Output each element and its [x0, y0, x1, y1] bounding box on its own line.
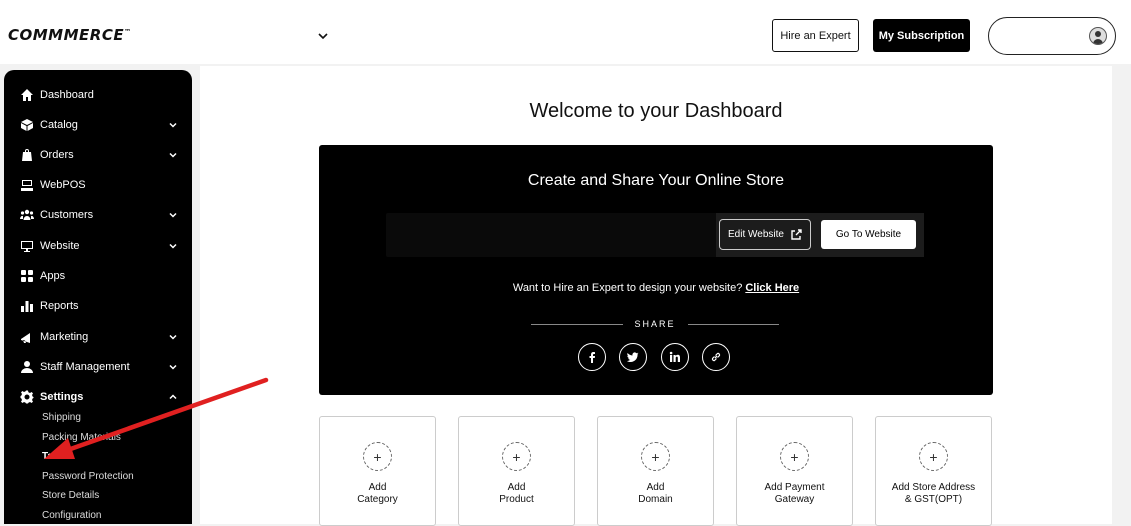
hire-expert-text: Want to Hire an Expert to design your we…	[319, 282, 993, 294]
sidebar-item-settings[interactable]: Settings	[4, 382, 192, 412]
sidebar-item-reports[interactable]: Reports	[4, 291, 192, 321]
add-category-card[interactable]: + Add Category	[319, 416, 436, 526]
chevron-down-icon	[168, 332, 178, 342]
settings-sub-tax[interactable]: Tax	[42, 451, 59, 462]
share-divider: SHARE	[519, 317, 791, 331]
avatar-icon	[1089, 27, 1107, 45]
gear-icon	[19, 390, 34, 405]
sidebar-item-label: Dashboard	[40, 89, 94, 101]
sidebar-item-apps[interactable]: Apps	[4, 261, 192, 291]
card-label: Add Domain	[638, 482, 673, 505]
reports-icon	[19, 299, 34, 314]
facebook-icon[interactable]	[578, 343, 606, 371]
sidebar-item-label: Marketing	[40, 331, 89, 343]
sidebar-item-label: WebPOS	[40, 179, 86, 191]
plus-icon: +	[502, 442, 531, 471]
sidebar-item-label: Settings	[40, 391, 84, 403]
sidebar-item-label: Apps	[40, 270, 66, 282]
linkedin-icon[interactable]	[661, 343, 689, 371]
staff-icon	[19, 360, 34, 375]
plus-icon: +	[919, 442, 948, 471]
sidebar: Dashboard Catalog Orders WebPOS Customer…	[4, 70, 192, 524]
home-icon	[19, 88, 34, 103]
add-store-address-card[interactable]: + Add Store Address & GST(OPT)	[875, 416, 992, 526]
page-title: Welcome to your Dashboard	[529, 100, 783, 122]
go-to-website-button[interactable]: Go To Website	[821, 220, 916, 249]
sidebar-item-catalog[interactable]: Catalog	[4, 110, 192, 140]
marketing-icon	[19, 330, 34, 345]
card-label: Add Store Address & GST(OPT)	[891, 482, 976, 505]
chevron-up-icon	[168, 392, 178, 402]
hire-expert-button[interactable]: Hire an Expert	[772, 19, 859, 52]
sidebar-item-website[interactable]: Website	[4, 231, 192, 261]
copy-link-icon[interactable]	[702, 343, 730, 371]
sidebar-item-staff-management[interactable]: Staff Management	[4, 352, 192, 382]
settings-sub-configuration[interactable]: Configuration	[42, 510, 101, 521]
sidebar-item-dashboard[interactable]: Dashboard	[4, 80, 192, 110]
main-content: Welcome to your Dashboard Create and Sha…	[200, 66, 1112, 526]
sidebar-item-label: Customers	[40, 209, 94, 221]
chevron-down-icon	[318, 33, 328, 40]
plus-icon: +	[641, 442, 670, 471]
chevron-down-icon	[168, 241, 178, 251]
pos-icon	[19, 178, 34, 193]
website-icon	[19, 239, 34, 254]
chevron-down-icon	[168, 150, 178, 160]
settings-sub-password-protection[interactable]: Password Protection	[42, 471, 134, 482]
customers-icon	[19, 208, 34, 223]
add-domain-card[interactable]: + Add Domain	[597, 416, 714, 526]
hero-title: Create and Share Your Online Store	[527, 172, 785, 189]
plus-icon: +	[780, 442, 809, 471]
store-selector[interactable]	[210, 22, 330, 50]
settings-sub-packing-materials[interactable]: Packing Materials	[42, 432, 121, 443]
twitter-icon[interactable]	[619, 343, 647, 371]
sidebar-item-label: Staff Management	[40, 361, 130, 373]
edit-website-button[interactable]: Edit Website	[719, 219, 811, 250]
top-bar: COMMMERCE™ Hire an Expert My Subscriptio…	[0, 0, 1131, 64]
orders-icon	[19, 148, 34, 163]
logo[interactable]: COMMMERCE™	[8, 26, 132, 44]
sidebar-item-marketing[interactable]: Marketing	[4, 322, 192, 352]
my-subscription-button[interactable]: My Subscription	[873, 19, 970, 52]
sidebar-item-label: Website	[40, 240, 80, 252]
chevron-down-icon	[168, 210, 178, 220]
card-label: Add Payment Gateway	[764, 482, 825, 505]
store-share-panel: Create and Share Your Online Store Edit …	[319, 145, 993, 395]
external-edit-icon	[791, 228, 802, 240]
card-label: Add Category	[357, 482, 398, 505]
add-payment-gateway-card[interactable]: + Add Payment Gateway	[736, 416, 853, 526]
edit-website-label: Edit Website	[728, 229, 784, 240]
sidebar-item-label: Orders	[40, 149, 74, 161]
logo-trademark: ™	[124, 28, 132, 36]
chevron-down-icon	[168, 362, 178, 372]
profile-menu[interactable]	[988, 17, 1116, 55]
chevron-down-icon	[168, 120, 178, 130]
plus-icon: +	[363, 442, 392, 471]
hire-expert-prompt: Want to Hire an Expert to design your we…	[512, 282, 743, 294]
sidebar-item-label: Catalog	[40, 119, 78, 131]
sidebar-item-customers[interactable]: Customers	[4, 200, 192, 230]
catalog-icon	[19, 118, 34, 133]
sidebar-item-label: Reports	[40, 300, 79, 312]
click-here-link[interactable]: Click Here	[745, 282, 799, 294]
apps-icon	[19, 269, 34, 284]
add-product-card[interactable]: + Add Product	[458, 416, 575, 526]
settings-sub-store-details[interactable]: Store Details	[42, 490, 99, 501]
logo-text: COMMMERCE	[8, 26, 125, 44]
settings-sub-shipping[interactable]: Shipping	[42, 412, 81, 423]
sidebar-item-webpos[interactable]: WebPOS	[4, 170, 192, 200]
sidebar-item-orders[interactable]: Orders	[4, 140, 192, 170]
card-label: Add Product	[499, 482, 534, 505]
